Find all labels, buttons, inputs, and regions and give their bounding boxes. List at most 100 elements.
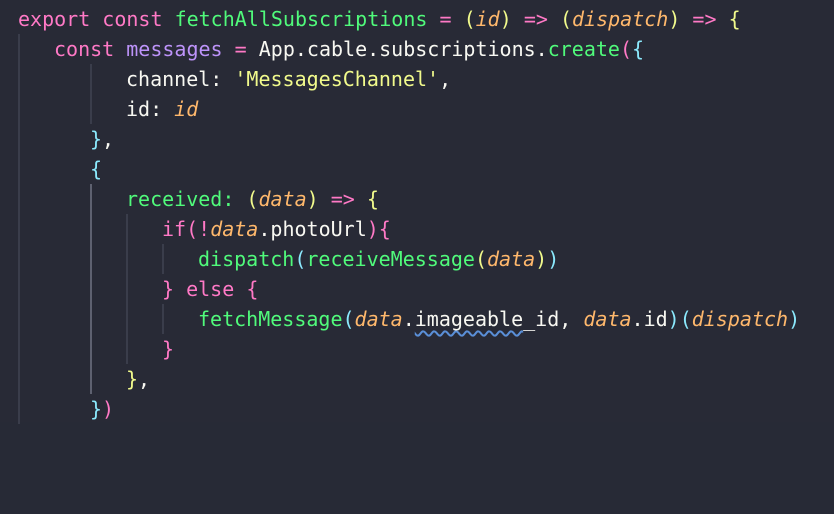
paren: ) xyxy=(788,307,801,331)
indent-guide xyxy=(18,184,20,214)
code-line-1: export const fetchAllSubscriptions = (id… xyxy=(0,4,834,34)
code-line-3: channel: 'MessagesChannel', xyxy=(0,64,834,94)
keyword: else xyxy=(186,277,235,301)
param: data xyxy=(487,247,536,271)
comma: , xyxy=(439,67,452,91)
code-line-4: id: id xyxy=(0,94,834,124)
brace: { xyxy=(366,187,379,211)
indent-guide xyxy=(90,244,92,274)
property-key: channel: xyxy=(126,67,223,91)
keyword: if xyxy=(162,217,187,241)
paren: ) xyxy=(306,187,319,211)
code-line-9: dispatch(receiveMessage(data)) xyxy=(0,244,834,274)
indent-guide xyxy=(162,244,164,274)
indent-guide xyxy=(18,364,20,394)
member: _id, xyxy=(523,307,572,331)
indent-guide xyxy=(18,124,20,154)
code-line-10: } else { xyxy=(0,274,834,304)
member: .id xyxy=(631,307,668,331)
paren: ( xyxy=(619,37,633,61)
code-line-12: } xyxy=(0,334,834,364)
dot: . xyxy=(402,307,415,331)
code-line-13: }, xyxy=(0,364,834,394)
paren: ( xyxy=(186,217,199,241)
indent-guide xyxy=(126,334,128,364)
indent-guide xyxy=(90,214,92,244)
paren: ) xyxy=(667,307,680,331)
paren: ) xyxy=(499,7,512,31)
property-key: id: xyxy=(126,97,163,121)
code-line-6: { xyxy=(0,154,834,184)
member: .photoUrl xyxy=(258,217,367,241)
keyword: const xyxy=(102,7,163,31)
function-call: fetchMessage xyxy=(198,307,343,331)
paren: ( xyxy=(679,307,692,331)
function-call: dispatch xyxy=(198,247,295,271)
brace: { xyxy=(378,217,391,241)
indent-guide xyxy=(18,394,20,424)
indent-guide xyxy=(90,304,92,334)
code-line-2: const messages = App.cable.subscriptions… xyxy=(0,34,834,64)
variable: messages xyxy=(126,37,223,61)
indent-guide xyxy=(126,244,128,274)
paren: ) xyxy=(102,397,115,421)
comma: , xyxy=(102,127,115,151)
brace: } xyxy=(162,277,175,301)
param: data xyxy=(210,217,259,241)
indent-guide xyxy=(18,154,20,184)
brace: } xyxy=(90,397,103,421)
indent-guide xyxy=(18,334,20,364)
indent-guide xyxy=(18,244,20,274)
paren: ( xyxy=(474,247,487,271)
arrow: => xyxy=(523,7,548,31)
paren: ) xyxy=(668,7,681,31)
paren: ) xyxy=(535,247,548,271)
indent-guide xyxy=(126,274,128,304)
paren: ( xyxy=(342,307,355,331)
indent-guide xyxy=(126,214,128,244)
param: id xyxy=(174,97,199,121)
paren: ( xyxy=(559,7,572,31)
param: data xyxy=(354,307,403,331)
paren: ( xyxy=(463,7,476,31)
brace: { xyxy=(246,277,259,301)
brace: { xyxy=(90,157,103,181)
indent-guide xyxy=(18,64,20,94)
code-editor[interactable]: export const fetchAllSubscriptions = (id… xyxy=(0,0,834,424)
operator: = xyxy=(234,37,247,61)
code-line-8: if(!data.photoUrl){ xyxy=(0,214,834,244)
indent-guide xyxy=(90,94,92,124)
method: create xyxy=(547,37,620,61)
string: 'MessagesChannel' xyxy=(234,67,440,91)
keyword: export xyxy=(18,7,91,31)
function-name: fetchAllSubscriptions xyxy=(174,7,428,31)
param: id xyxy=(475,7,500,31)
param: dispatch xyxy=(572,7,669,31)
indent-guide xyxy=(18,214,20,244)
lint-warning-text[interactable]: imageable xyxy=(415,307,523,331)
brace: { xyxy=(728,7,741,31)
indent-guide xyxy=(90,334,92,364)
brace: } xyxy=(126,367,139,391)
indent-guide xyxy=(90,64,92,94)
brace: } xyxy=(90,127,103,151)
indent-guide xyxy=(18,274,20,304)
paren: ) xyxy=(366,217,379,241)
paren: ) xyxy=(547,247,560,271)
code-line-7: received: (data) => { xyxy=(0,184,834,214)
indent-guide xyxy=(18,94,20,124)
indent-guide xyxy=(90,274,92,304)
property-key: received: xyxy=(126,187,235,211)
comma: , xyxy=(138,367,151,391)
brace: } xyxy=(162,337,175,361)
indent-guide xyxy=(18,304,20,334)
operator: ! xyxy=(198,217,211,241)
object-path: App.cable.subscriptions. xyxy=(258,37,548,61)
arrow: => xyxy=(692,7,717,31)
function-call: receiveMessage xyxy=(306,247,475,271)
code-line-14: }) xyxy=(0,394,834,424)
operator: = xyxy=(439,7,452,31)
indent-guide xyxy=(90,184,92,214)
param: data xyxy=(258,187,307,211)
code-line-11: fetchMessage(data.imageable_id, data.id)… xyxy=(0,304,834,334)
